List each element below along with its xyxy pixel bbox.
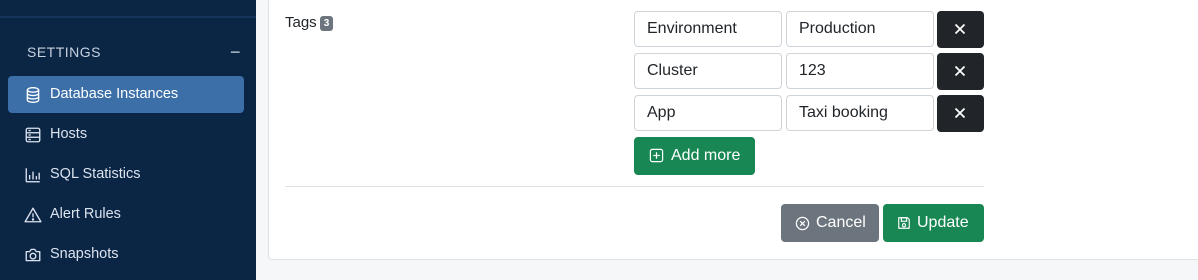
sidebar-item-label: Hosts: [50, 126, 88, 142]
sidebar-item-hosts[interactable]: Hosts: [8, 116, 244, 153]
plus-square-icon: [649, 148, 664, 163]
tag-key-input[interactable]: [634, 95, 782, 131]
collapse-icon[interactable]: −: [230, 42, 241, 63]
tag-key-input[interactable]: [634, 53, 782, 89]
bar-chart-icon: [25, 168, 40, 183]
tag-value-input[interactable]: [786, 95, 934, 131]
sidebar-item-label: Alert Rules: [50, 206, 121, 222]
sidebar-divider: [0, 16, 256, 18]
sidebar-item-database-instances[interactable]: Database Instances: [8, 76, 244, 113]
form-divider: [285, 186, 984, 187]
cancel-button[interactable]: Cancel: [781, 204, 879, 242]
tag-value-input[interactable]: [786, 11, 934, 47]
remove-tag-button[interactable]: [937, 53, 984, 90]
sidebar: SETTINGS − Database Instances Hosts SQL …: [0, 0, 256, 280]
update-button[interactable]: Update: [883, 204, 984, 242]
close-icon: [954, 107, 966, 119]
add-more-label: Add more: [671, 147, 741, 164]
save-icon: [898, 217, 910, 229]
sidebar-item-label: Database Instances: [50, 86, 179, 102]
tag-value-input[interactable]: [786, 53, 934, 89]
cancel-label: Cancel: [816, 214, 866, 231]
tags-count-badge: 3: [319, 16, 334, 31]
tags-label-text: Tags: [285, 14, 317, 31]
settings-section-header[interactable]: SETTINGS −: [27, 42, 243, 64]
remove-tag-button[interactable]: [937, 95, 984, 132]
add-more-button[interactable]: Add more: [634, 137, 755, 175]
camera-icon: [25, 248, 41, 262]
update-label: Update: [917, 214, 969, 231]
sidebar-item-alert-rules[interactable]: Alert Rules: [8, 196, 244, 233]
close-icon: [954, 65, 966, 77]
remove-tag-button[interactable]: [937, 11, 984, 48]
close-icon: [954, 23, 966, 35]
sidebar-item-sql-statistics[interactable]: SQL Statistics: [8, 156, 244, 193]
section-title: SETTINGS: [27, 44, 102, 60]
sidebar-item-label: Snapshots: [50, 246, 119, 262]
sidebar-item-label: SQL Statistics: [50, 166, 141, 182]
database-icon: [26, 87, 40, 103]
warning-icon: [24, 207, 42, 223]
sidebar-item-snapshots[interactable]: Snapshots: [8, 236, 244, 273]
tags-label: Tags 3: [285, 14, 334, 32]
tag-key-input[interactable]: [634, 11, 782, 47]
server-icon: [25, 127, 41, 143]
cancel-circle-icon: [795, 216, 810, 231]
